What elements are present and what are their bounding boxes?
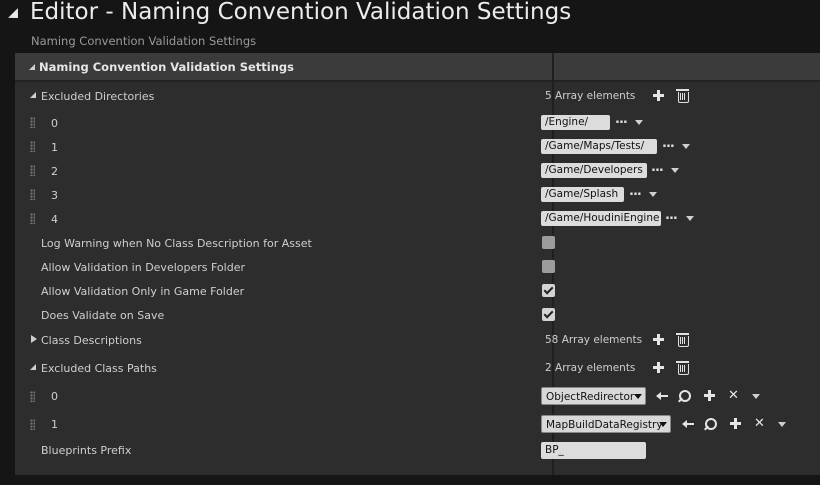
- details-panel: Naming Convention Validation Settings Ex…: [15, 53, 820, 475]
- collapse-arrow-icon[interactable]: [30, 92, 36, 98]
- section-title: Naming Convention Validation Settings: [39, 60, 294, 74]
- blueprints-prefix-input[interactable]: BP_: [541, 442, 646, 459]
- directory-path-field[interactable]: /Engine/: [541, 115, 610, 130]
- plus-icon[interactable]: [653, 90, 664, 101]
- array-index: 0: [51, 117, 58, 130]
- ellipsis-button[interactable]: ...: [629, 184, 642, 199]
- magnifier-icon[interactable]: [679, 390, 691, 402]
- blueprints-prefix-row: Blueprints Prefix BP_: [15, 439, 820, 461]
- array-index: 1: [51, 418, 58, 431]
- ellipsis-button[interactable]: ...: [651, 160, 664, 175]
- grip-icon[interactable]: [30, 391, 35, 402]
- option-label: Log Warning when No Class Description fo…: [41, 237, 312, 250]
- excluded-directories-count: 5 Array elements: [545, 90, 636, 102]
- option-row-game-folder-only: Allow Validation Only in Game Folder: [15, 280, 820, 302]
- plus-icon[interactable]: [653, 362, 664, 373]
- ellipsis-button[interactable]: ...: [662, 136, 675, 151]
- trash-icon[interactable]: [676, 89, 689, 103]
- option-row-validate-on-save: Does Validate on Save: [15, 304, 820, 326]
- excluded-directories-row[interactable]: Excluded Directories 5 Array elements: [15, 85, 820, 107]
- option-label: Does Validate on Save: [41, 309, 165, 322]
- left-arrow-icon[interactable]: [682, 419, 694, 429]
- chevron-down-icon[interactable]: [649, 192, 657, 197]
- class-descriptions-label: Class Descriptions: [41, 334, 142, 347]
- chevron-down-icon[interactable]: [635, 120, 643, 125]
- class-picker-value: MapBuildDataRegistry: [546, 419, 663, 431]
- grip-icon[interactable]: [30, 141, 35, 152]
- grip-icon[interactable]: [30, 117, 35, 128]
- dropdown-arrow-icon: [634, 394, 642, 399]
- directory-path-field[interactable]: /Game/Splash: [541, 187, 624, 202]
- class-picker-combo[interactable]: ObjectRedirector: [541, 387, 646, 405]
- plus-icon[interactable]: [730, 418, 741, 429]
- window-corner-icon: [8, 8, 18, 18]
- title-bar: Editor - Naming Convention Validation Se…: [0, 0, 820, 30]
- plus-icon[interactable]: [704, 390, 715, 401]
- chevron-down-icon[interactable]: [752, 394, 760, 399]
- blueprints-prefix-label: Blueprints Prefix: [41, 444, 132, 457]
- window-title: Editor - Naming Convention Validation Se…: [30, 0, 572, 25]
- window-subtitle: Naming Convention Validation Settings: [31, 34, 257, 48]
- collapse-arrow-icon[interactable]: [29, 64, 35, 70]
- directory-path-field[interactable]: /Game/Developers: [541, 163, 647, 178]
- validate-on-save-checkbox[interactable]: [542, 308, 555, 321]
- grip-icon[interactable]: [30, 189, 35, 200]
- excluded-class-paths-count: 2 Array elements: [545, 362, 636, 374]
- class-descriptions-count: 58 Array elements: [545, 334, 643, 346]
- ellipsis-button[interactable]: ...: [615, 112, 628, 127]
- trash-icon[interactable]: [676, 361, 689, 375]
- left-arrow-icon[interactable]: [656, 391, 668, 401]
- array-index: 3: [51, 189, 58, 202]
- log-warning-checkbox[interactable]: [542, 236, 555, 249]
- developers-folder-checkbox[interactable]: [542, 260, 555, 273]
- excluded-class-path-item-1: 1 MapBuildDataRegistry ✕: [15, 413, 820, 437]
- option-row-log-warning: Log Warning when No Class Description fo…: [15, 232, 820, 254]
- grip-icon[interactable]: [30, 419, 35, 430]
- array-index: 1: [51, 141, 58, 154]
- collapse-arrow-icon[interactable]: [30, 364, 36, 370]
- expand-arrow-icon[interactable]: [31, 335, 37, 343]
- class-picker-value: ObjectRedirector: [546, 391, 635, 403]
- ellipsis-button[interactable]: ...: [665, 208, 678, 223]
- dropdown-arrow-icon: [659, 422, 667, 427]
- option-row-developers-folder: Allow Validation in Developers Folder: [15, 256, 820, 278]
- chevron-down-icon[interactable]: [686, 216, 694, 221]
- trash-icon[interactable]: [676, 333, 689, 347]
- option-label: Allow Validation in Developers Folder: [41, 261, 245, 274]
- chevron-down-icon[interactable]: [778, 422, 786, 427]
- excluded-directory-item-3: 3 /Game/Splash ...: [15, 184, 820, 206]
- excluded-class-path-item-0: 0 ObjectRedirector ✕: [15, 385, 820, 409]
- directory-path-field[interactable]: /Game/Maps/Tests/: [541, 139, 657, 154]
- chevron-down-icon[interactable]: [671, 168, 679, 173]
- chevron-down-icon[interactable]: [682, 144, 690, 149]
- excluded-class-paths-row[interactable]: Excluded Class Paths 2 Array elements: [15, 357, 820, 379]
- excluded-directory-item-2: 2 /Game/Developers ...: [15, 160, 820, 182]
- class-picker-combo[interactable]: MapBuildDataRegistry: [541, 415, 671, 433]
- excluded-directories-label: Excluded Directories: [41, 90, 155, 103]
- game-folder-only-checkbox[interactable]: [542, 284, 555, 297]
- plus-icon[interactable]: [653, 334, 664, 345]
- excluded-class-paths-label: Excluded Class Paths: [41, 362, 157, 375]
- array-index: 0: [51, 390, 58, 403]
- directory-path-field[interactable]: /Game/HoudiniEngine: [541, 211, 661, 226]
- magnifier-icon[interactable]: [705, 418, 717, 430]
- array-index: 2: [51, 165, 58, 178]
- x-icon[interactable]: ✕: [754, 417, 765, 430]
- array-index: 4: [51, 213, 58, 226]
- option-label: Allow Validation Only in Game Folder: [41, 285, 245, 298]
- x-icon[interactable]: ✕: [728, 389, 739, 402]
- excluded-directory-item-4: 4 /Game/HoudiniEngine ...: [15, 208, 820, 230]
- excluded-directory-item-0: 0 /Engine/ ...: [15, 112, 820, 134]
- grip-icon[interactable]: [30, 213, 35, 224]
- section-header[interactable]: Naming Convention Validation Settings: [15, 53, 820, 82]
- excluded-directory-item-1: 1 /Game/Maps/Tests/ ...: [15, 136, 820, 158]
- grip-icon[interactable]: [30, 165, 35, 176]
- class-descriptions-row[interactable]: Class Descriptions 58 Array elements: [15, 329, 820, 351]
